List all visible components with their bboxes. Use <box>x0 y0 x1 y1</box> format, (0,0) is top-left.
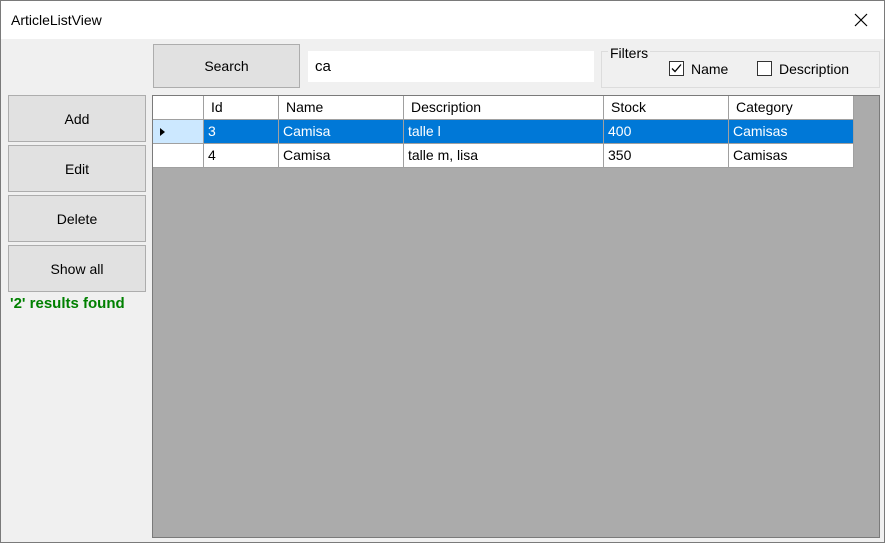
table-cell[interactable]: 350 <box>604 144 729 168</box>
article-list-window: ArticleListView Search Filters Name Desc… <box>0 0 885 543</box>
edit-button[interactable]: Edit <box>8 145 146 192</box>
search-button[interactable]: Search <box>153 44 300 88</box>
description-filter-checkbox[interactable] <box>757 61 772 76</box>
table-cell[interactable]: 400 <box>604 120 729 144</box>
table-cell[interactable]: Camisas <box>729 120 854 144</box>
description-filter-label[interactable]: Description <box>779 61 849 77</box>
name-filter-checkbox[interactable] <box>669 61 684 76</box>
table-cell[interactable]: 3 <box>204 120 279 144</box>
checkmark-icon <box>671 64 682 73</box>
table-cell[interactable]: Camisas <box>729 144 854 168</box>
window-title: ArticleListView <box>11 12 102 28</box>
table-cell[interactable]: Camisa <box>279 144 404 168</box>
search-input[interactable] <box>308 51 594 82</box>
column-header-description[interactable]: Description <box>404 96 604 120</box>
table-cell[interactable]: talle l <box>404 120 604 144</box>
title-bar: ArticleListView <box>1 1 884 39</box>
column-header-name[interactable]: Name <box>279 96 404 120</box>
show-all-button[interactable]: Show all <box>8 245 146 292</box>
table-cell[interactable]: talle m, lisa <box>404 144 604 168</box>
table-cell[interactable]: 4 <box>204 144 279 168</box>
table-cell[interactable]: Camisa <box>279 120 404 144</box>
column-header-id[interactable]: Id <box>204 96 279 120</box>
close-button[interactable] <box>838 1 884 39</box>
add-button[interactable]: Add <box>8 95 146 142</box>
current-row-arrow-icon <box>160 128 165 136</box>
articles-grid[interactable]: Id Name Description Stock Category 3 Cam… <box>152 95 880 538</box>
row-header[interactable] <box>153 120 204 144</box>
results-status: '2' results found <box>10 295 125 312</box>
grid-corner-header[interactable] <box>153 96 204 120</box>
row-header[interactable] <box>153 144 204 168</box>
filters-group: Filters Name Description <box>601 45 880 88</box>
name-filter-label[interactable]: Name <box>691 61 728 77</box>
close-icon <box>854 13 868 27</box>
filters-legend: Filters <box>608 45 651 61</box>
column-header-stock[interactable]: Stock <box>604 96 729 120</box>
delete-button[interactable]: Delete <box>8 195 146 242</box>
column-header-category[interactable]: Category <box>729 96 854 120</box>
